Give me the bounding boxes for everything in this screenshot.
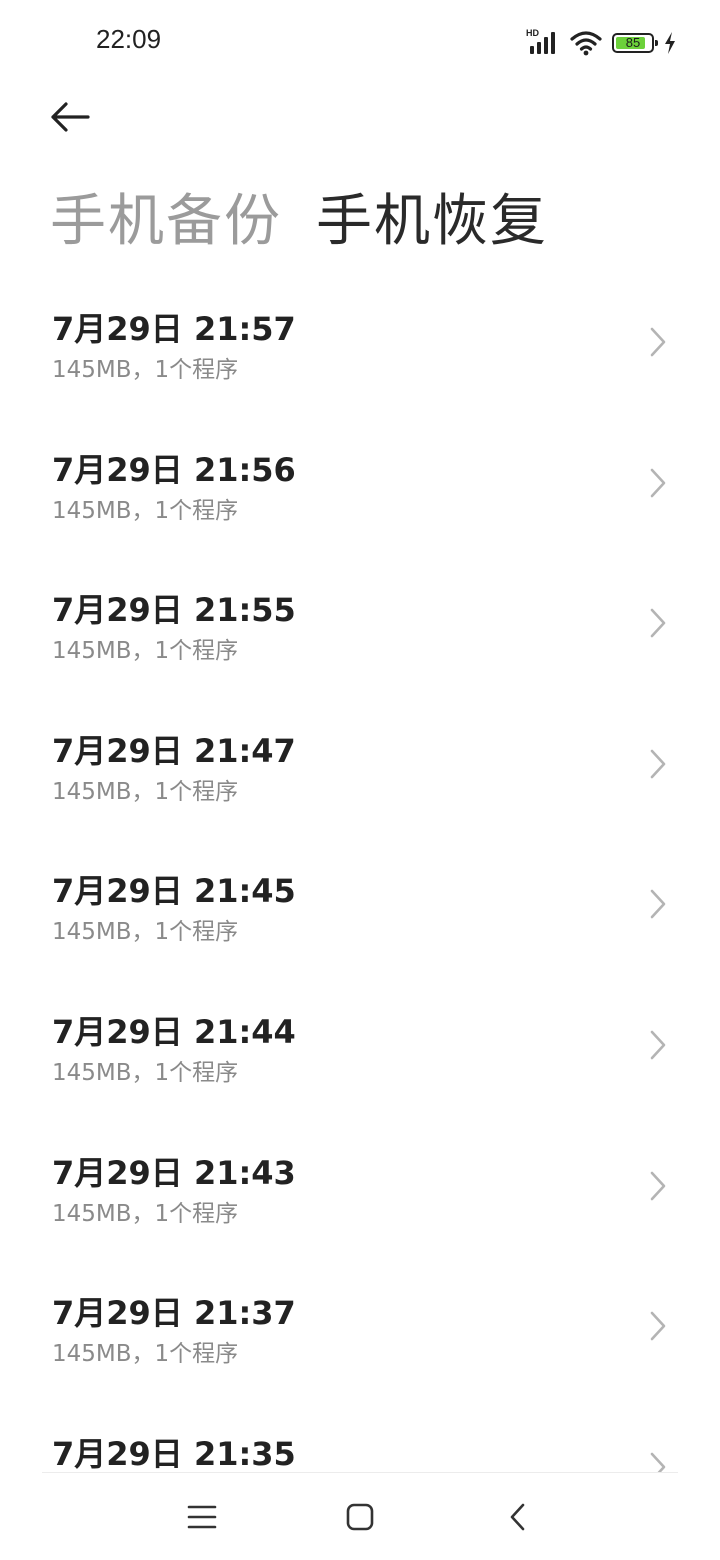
nav-back-button[interactable] [496, 1495, 540, 1539]
backup-subtitle: 145MB，1个程序 [52, 638, 239, 665]
chevron-right-icon [650, 327, 666, 357]
backup-subtitle: 145MB，1个程序 [52, 357, 239, 383]
backup-title: 7月29日 21:55 [52, 591, 296, 630]
backup-title: 7月29日 21:57 [52, 310, 296, 348]
chevron-right-icon [650, 890, 666, 919]
network-badge: HD [526, 28, 539, 38]
backup-title: 7月29日 21:45 [52, 872, 296, 911]
menu-icon [187, 1505, 217, 1529]
backup-title: 7月29日 21:44 [52, 1012, 296, 1051]
tab-phone-restore[interactable]: 手机恢复 [316, 176, 548, 257]
charging-icon [665, 32, 675, 54]
backup-subtitle: 145MB，1个程序 [52, 919, 239, 946]
list-item[interactable]: 7月29日 21:45 145MB，1个程序 [0, 844, 720, 985]
signal-icon: HD [526, 28, 560, 56]
tab-bar: 手机备份 手机恢复 [50, 176, 548, 257]
backup-list: 7月29日 21:57 145MB，1个程序 7月29日 21:56 145MB… [0, 282, 720, 1547]
backup-subtitle: 145MB，1个程序 [52, 778, 239, 805]
arrow-left-icon [51, 102, 90, 132]
backup-title: 7月29日 21:56 [52, 450, 296, 489]
navigation-bar [0, 1473, 720, 1560]
status-bar: 22:09 HD 85 [0, 0, 720, 86]
status-time: 22:09 [96, 24, 162, 54]
list-item[interactable]: 7月29日 21:44 145MB，1个程序 [0, 985, 720, 1126]
chevron-right-icon [650, 468, 666, 497]
chevron-right-icon [650, 1030, 666, 1060]
back-button[interactable] [40, 92, 100, 142]
battery-icon: 85 [612, 33, 658, 53]
backup-subtitle: 145MB，1个程序 [52, 1059, 239, 1086]
list-item[interactable]: 7月29日 21:43 145MB，1个程序 [0, 1126, 720, 1267]
back-icon [510, 1503, 525, 1531]
backup-subtitle: 145MB，1个程序 [52, 497, 239, 524]
chevron-right-icon [650, 608, 666, 638]
backup-title: 7月29日 21:37 [52, 1294, 296, 1333]
list-item[interactable]: 7月29日 21:56 145MB，1个程序 [0, 423, 720, 564]
backup-title: 7月29日 21:43 [52, 1153, 296, 1192]
status-icons: HD 85 [526, 28, 676, 58]
list-item[interactable]: 7月29日 21:47 145MB，1个程序 [0, 704, 720, 845]
backup-title: 7月29日 21:35 [52, 1434, 296, 1473]
list-item[interactable]: 7月29日 21:57 145MB，1个程序 [0, 282, 720, 423]
battery-percent: 85 [625, 35, 641, 50]
backup-title: 7月29日 21:47 [52, 731, 296, 770]
home-button[interactable] [338, 1495, 382, 1539]
chevron-right-icon [650, 1171, 666, 1200]
list-item[interactable]: 7月29日 21:55 145MB，1个程序 [0, 563, 720, 704]
home-icon [346, 1503, 374, 1531]
list-item[interactable]: 7月29日 21:37 145MB，1个程序 [0, 1266, 720, 1407]
chevron-right-icon [650, 1311, 666, 1341]
backup-subtitle: 145MB，1个程序 [52, 1341, 239, 1368]
menu-button[interactable] [180, 1495, 224, 1539]
chevron-right-icon [650, 749, 666, 779]
tab-phone-backup[interactable]: 手机备份 [50, 176, 282, 257]
backup-subtitle: 145MB，1个程序 [52, 1200, 239, 1227]
wifi-icon [570, 31, 602, 56]
